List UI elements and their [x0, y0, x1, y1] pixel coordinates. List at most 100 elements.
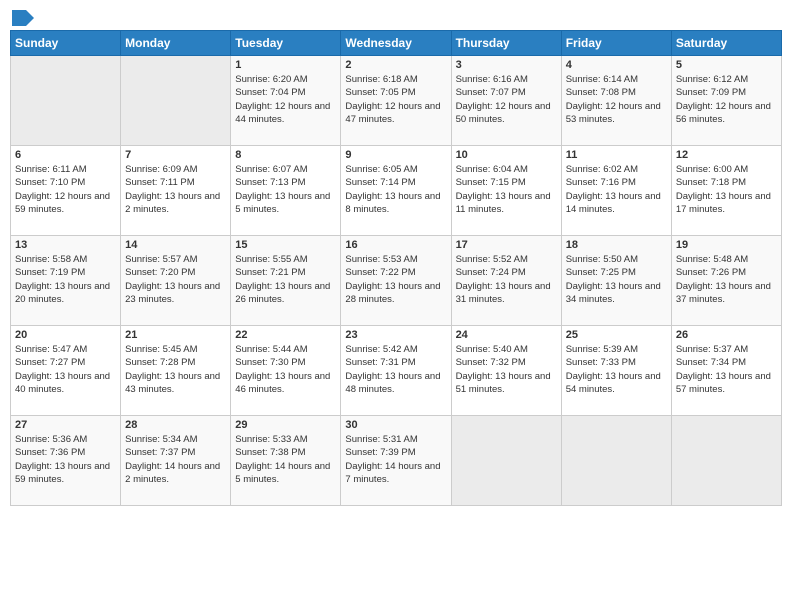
sunset: Sunset: 7:38 PM — [235, 447, 305, 458]
day-info: Sunrise: 5:48 AM Sunset: 7:26 PM Dayligh… — [676, 253, 777, 306]
day-info: Sunrise: 5:42 AM Sunset: 7:31 PM Dayligh… — [345, 343, 446, 396]
week-row-1: 6 Sunrise: 6:11 AM Sunset: 7:10 PM Dayli… — [11, 146, 782, 236]
day-info: Sunrise: 6:11 AM Sunset: 7:10 PM Dayligh… — [15, 163, 116, 216]
calendar-cell: 21 Sunrise: 5:45 AM Sunset: 7:28 PM Dayl… — [121, 326, 231, 416]
sunset: Sunset: 7:07 PM — [456, 87, 526, 98]
day-number: 1 — [235, 59, 336, 71]
day-number: 12 — [676, 149, 777, 161]
day-header-monday: Monday — [121, 31, 231, 56]
calendar-cell: 17 Sunrise: 5:52 AM Sunset: 7:24 PM Dayl… — [451, 236, 561, 326]
sunrise: Sunrise: 5:55 AM — [235, 254, 307, 265]
daylight: Daylight: 13 hours and 57 minutes. — [676, 371, 771, 395]
calendar-cell — [561, 416, 671, 506]
day-number: 10 — [456, 149, 557, 161]
calendar-table: SundayMondayTuesdayWednesdayThursdayFrid… — [10, 30, 782, 506]
calendar-cell: 4 Sunrise: 6:14 AM Sunset: 7:08 PM Dayli… — [561, 56, 671, 146]
day-info: Sunrise: 5:34 AM Sunset: 7:37 PM Dayligh… — [125, 433, 226, 486]
sunset: Sunset: 7:15 PM — [456, 177, 526, 188]
day-info: Sunrise: 6:00 AM Sunset: 7:18 PM Dayligh… — [676, 163, 777, 216]
sunrise: Sunrise: 5:39 AM — [566, 344, 638, 355]
day-info: Sunrise: 6:04 AM Sunset: 7:15 PM Dayligh… — [456, 163, 557, 216]
logo-arrow-icon — [12, 10, 34, 26]
logo — [10, 10, 34, 22]
daylight: Daylight: 13 hours and 48 minutes. — [345, 371, 440, 395]
calendar-cell: 19 Sunrise: 5:48 AM Sunset: 7:26 PM Dayl… — [671, 236, 781, 326]
calendar-cell: 20 Sunrise: 5:47 AM Sunset: 7:27 PM Dayl… — [11, 326, 121, 416]
day-info: Sunrise: 5:45 AM Sunset: 7:28 PM Dayligh… — [125, 343, 226, 396]
day-number: 4 — [566, 59, 667, 71]
sunset: Sunset: 7:26 PM — [676, 267, 746, 278]
sunset: Sunset: 7:16 PM — [566, 177, 636, 188]
day-info: Sunrise: 5:55 AM Sunset: 7:21 PM Dayligh… — [235, 253, 336, 306]
daylight: Daylight: 12 hours and 50 minutes. — [456, 101, 551, 125]
day-number: 25 — [566, 329, 667, 341]
day-number: 26 — [676, 329, 777, 341]
daylight: Daylight: 12 hours and 44 minutes. — [235, 101, 330, 125]
day-info: Sunrise: 5:57 AM Sunset: 7:20 PM Dayligh… — [125, 253, 226, 306]
day-header-friday: Friday — [561, 31, 671, 56]
day-info: Sunrise: 6:05 AM Sunset: 7:14 PM Dayligh… — [345, 163, 446, 216]
sunrise: Sunrise: 6:05 AM — [345, 164, 417, 175]
sunset: Sunset: 7:13 PM — [235, 177, 305, 188]
calendar-cell: 2 Sunrise: 6:18 AM Sunset: 7:05 PM Dayli… — [341, 56, 451, 146]
sunrise: Sunrise: 5:58 AM — [15, 254, 87, 265]
calendar-cell: 9 Sunrise: 6:05 AM Sunset: 7:14 PM Dayli… — [341, 146, 451, 236]
day-info: Sunrise: 5:39 AM Sunset: 7:33 PM Dayligh… — [566, 343, 667, 396]
daylight: Daylight: 13 hours and 59 minutes. — [15, 461, 110, 485]
sunset: Sunset: 7:09 PM — [676, 87, 746, 98]
sunrise: Sunrise: 5:42 AM — [345, 344, 417, 355]
sunset: Sunset: 7:34 PM — [676, 357, 746, 368]
day-number: 18 — [566, 239, 667, 251]
day-number: 28 — [125, 419, 226, 431]
day-number: 2 — [345, 59, 446, 71]
day-info: Sunrise: 6:02 AM Sunset: 7:16 PM Dayligh… — [566, 163, 667, 216]
sunset: Sunset: 7:04 PM — [235, 87, 305, 98]
daylight: Daylight: 13 hours and 14 minutes. — [566, 191, 661, 215]
sunrise: Sunrise: 5:37 AM — [676, 344, 748, 355]
calendar-cell: 28 Sunrise: 5:34 AM Sunset: 7:37 PM Dayl… — [121, 416, 231, 506]
calendar-cell — [671, 416, 781, 506]
day-header-thursday: Thursday — [451, 31, 561, 56]
day-number: 14 — [125, 239, 226, 251]
day-info: Sunrise: 6:18 AM Sunset: 7:05 PM Dayligh… — [345, 73, 446, 126]
sunrise: Sunrise: 6:12 AM — [676, 74, 748, 85]
sunrise: Sunrise: 6:09 AM — [125, 164, 197, 175]
day-number: 15 — [235, 239, 336, 251]
day-info: Sunrise: 6:09 AM Sunset: 7:11 PM Dayligh… — [125, 163, 226, 216]
day-info: Sunrise: 5:47 AM Sunset: 7:27 PM Dayligh… — [15, 343, 116, 396]
calendar-cell — [121, 56, 231, 146]
day-info: Sunrise: 5:53 AM Sunset: 7:22 PM Dayligh… — [345, 253, 446, 306]
day-number: 16 — [345, 239, 446, 251]
header-row: SundayMondayTuesdayWednesdayThursdayFrid… — [11, 31, 782, 56]
day-header-tuesday: Tuesday — [231, 31, 341, 56]
day-number: 27 — [15, 419, 116, 431]
daylight: Daylight: 12 hours and 59 minutes. — [15, 191, 110, 215]
sunrise: Sunrise: 5:45 AM — [125, 344, 197, 355]
sunrise: Sunrise: 5:50 AM — [566, 254, 638, 265]
sunrise: Sunrise: 6:18 AM — [345, 74, 417, 85]
daylight: Daylight: 14 hours and 5 minutes. — [235, 461, 330, 485]
calendar-body: 1 Sunrise: 6:20 AM Sunset: 7:04 PM Dayli… — [11, 56, 782, 506]
day-header-saturday: Saturday — [671, 31, 781, 56]
sunset: Sunset: 7:14 PM — [345, 177, 415, 188]
sunrise: Sunrise: 6:02 AM — [566, 164, 638, 175]
week-row-4: 27 Sunrise: 5:36 AM Sunset: 7:36 PM Dayl… — [11, 416, 782, 506]
day-number: 5 — [676, 59, 777, 71]
sunrise: Sunrise: 5:36 AM — [15, 434, 87, 445]
sunrise: Sunrise: 6:07 AM — [235, 164, 307, 175]
day-number: 19 — [676, 239, 777, 251]
calendar-cell: 27 Sunrise: 5:36 AM Sunset: 7:36 PM Dayl… — [11, 416, 121, 506]
sunrise: Sunrise: 5:44 AM — [235, 344, 307, 355]
daylight: Daylight: 14 hours and 7 minutes. — [345, 461, 440, 485]
calendar-cell: 30 Sunrise: 5:31 AM Sunset: 7:39 PM Dayl… — [341, 416, 451, 506]
sunset: Sunset: 7:10 PM — [15, 177, 85, 188]
day-info: Sunrise: 5:36 AM Sunset: 7:36 PM Dayligh… — [15, 433, 116, 486]
day-info: Sunrise: 5:40 AM Sunset: 7:32 PM Dayligh… — [456, 343, 557, 396]
daylight: Daylight: 13 hours and 11 minutes. — [456, 191, 551, 215]
sunrise: Sunrise: 5:57 AM — [125, 254, 197, 265]
daylight: Daylight: 13 hours and 40 minutes. — [15, 371, 110, 395]
daylight: Daylight: 13 hours and 54 minutes. — [566, 371, 661, 395]
calendar-cell: 13 Sunrise: 5:58 AM Sunset: 7:19 PM Dayl… — [11, 236, 121, 326]
daylight: Daylight: 12 hours and 47 minutes. — [345, 101, 440, 125]
sunrise: Sunrise: 6:04 AM — [456, 164, 528, 175]
